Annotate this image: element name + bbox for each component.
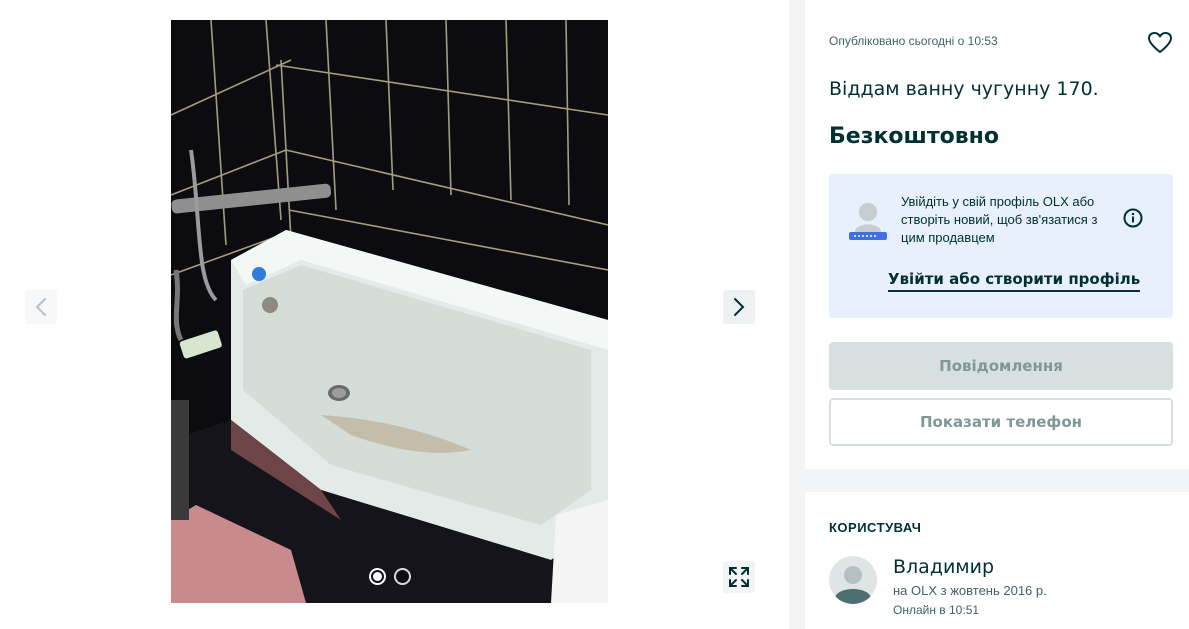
message-button[interactable]: Повідомлення xyxy=(829,342,1173,390)
seller-card: КОРИСТУВАЧ Владимир на OLX з жовтень 201… xyxy=(805,492,1189,629)
expand-icon xyxy=(729,567,749,587)
gallery-dot-2[interactable] xyxy=(394,568,411,585)
heart-icon xyxy=(1148,32,1172,53)
login-prompt: Увійдіть у свій профіль OLX або створіть… xyxy=(829,174,1173,318)
seller-last-online: Онлайн в 10:51 xyxy=(893,603,980,617)
gallery-next-button[interactable] xyxy=(723,290,755,324)
gallery-pagination xyxy=(369,568,411,585)
chevron-right-icon xyxy=(734,298,745,316)
seller-name[interactable]: Владимир xyxy=(893,556,994,578)
login-prompt-text: Увійдіть у свій профіль OLX або створіть… xyxy=(901,194,1098,245)
favorite-button[interactable] xyxy=(1147,31,1173,55)
photo-gallery xyxy=(0,0,789,629)
show-phone-button[interactable]: Показати телефон xyxy=(829,398,1173,446)
fullscreen-button[interactable] xyxy=(723,561,755,593)
gallery-dot-1[interactable] xyxy=(369,568,386,585)
info-icon[interactable] xyxy=(1123,208,1143,228)
seller-member-since: на OLX з жовтень 2016 р. xyxy=(893,583,1047,598)
seller-heading: КОРИСТУВАЧ xyxy=(829,520,922,535)
ad-title: Віддам ванну чугунну 170. xyxy=(829,78,1099,100)
chevron-left-icon xyxy=(35,298,46,316)
ad-details-card: Опубліковано сьогодні о 10:53 Віддам ван… xyxy=(805,0,1189,469)
posted-date: Опубліковано сьогодні о 10:53 xyxy=(829,34,998,48)
gallery-prev-button[interactable] xyxy=(25,290,57,324)
bathtub-photo xyxy=(171,20,608,603)
profile-placeholder-icon xyxy=(849,198,887,242)
login-link[interactable]: Увійти або створити профіль xyxy=(888,270,1141,292)
listing-photo[interactable] xyxy=(171,20,608,603)
avatar[interactable] xyxy=(829,556,877,604)
ad-price: Безкоштовно xyxy=(829,124,999,149)
